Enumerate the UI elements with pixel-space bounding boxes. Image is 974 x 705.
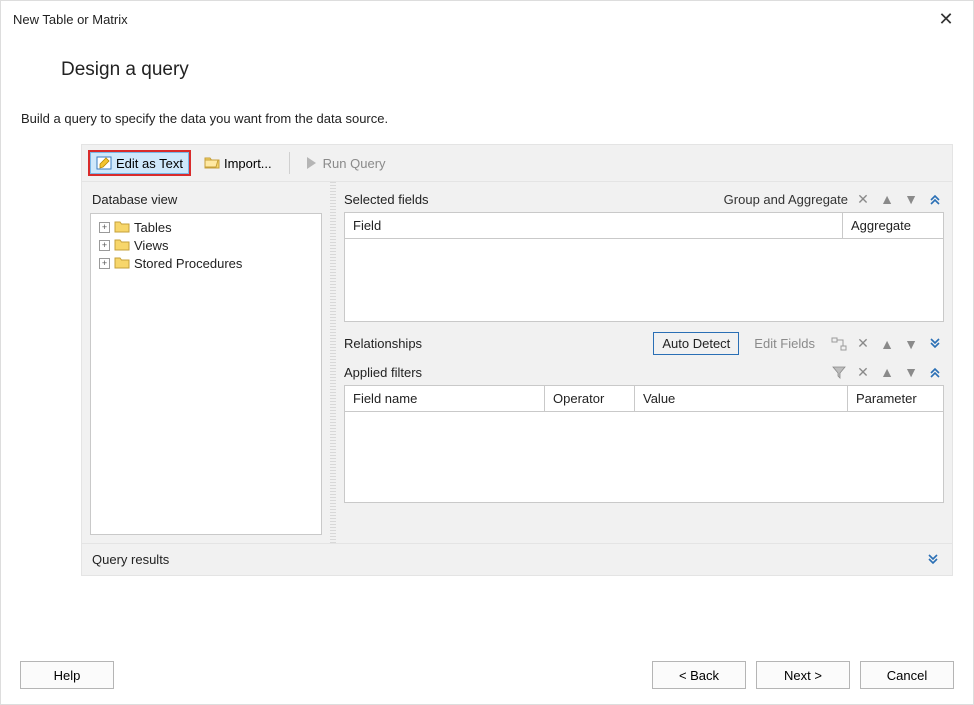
- arrow-down-icon[interactable]: ▼: [902, 190, 920, 208]
- window-title: New Table or Matrix: [13, 12, 128, 27]
- wizard-footer: Help < Back Next > Cancel: [0, 649, 974, 705]
- database-view-pane: Database view + Tables + Views: [82, 182, 330, 543]
- edit-as-text-label: Edit as Text: [116, 156, 183, 171]
- edit-fields-button[interactable]: Edit Fields: [745, 332, 824, 355]
- cancel-label: Cancel: [887, 668, 927, 683]
- relationship-icon[interactable]: [830, 335, 848, 353]
- grid-header: Field Aggregate: [345, 213, 943, 239]
- selected-fields-grid[interactable]: Field Aggregate: [344, 212, 944, 322]
- folder-open-icon: [204, 155, 220, 171]
- database-tree[interactable]: + Tables + Views +: [90, 213, 322, 535]
- grid-header: Field name Operator Value Parameter: [345, 386, 943, 412]
- chevrons-down-icon[interactable]: [924, 551, 942, 569]
- page-subheading: Build a query to specify the data you wa…: [21, 111, 973, 126]
- chevrons-up-icon[interactable]: [926, 190, 944, 208]
- col-value: Value: [635, 386, 848, 411]
- arrow-up-icon[interactable]: ▲: [878, 335, 896, 353]
- tree-node-label: Stored Procedures: [134, 256, 242, 271]
- relationships-header: Relationships Auto Detect Edit Fields ✕ …: [344, 332, 944, 355]
- footer-right-group: < Back Next > Cancel: [652, 661, 954, 689]
- arrow-down-icon[interactable]: ▼: [902, 363, 920, 381]
- expander-icon[interactable]: +: [99, 258, 110, 269]
- arrow-down-icon[interactable]: ▼: [902, 335, 920, 353]
- page-title: Design a query: [61, 59, 953, 81]
- arrow-up-icon[interactable]: ▲: [878, 190, 896, 208]
- selected-fields-body[interactable]: [345, 239, 943, 321]
- edit-as-text-button[interactable]: Edit as Text: [88, 150, 191, 176]
- tree-node-stored-procedures[interactable]: + Stored Procedures: [93, 254, 319, 272]
- next-label: Next >: [784, 668, 822, 683]
- selected-fields-header: Selected fields Group and Aggregate ✕ ▲ …: [344, 190, 944, 208]
- group-and-aggregate-label: Group and Aggregate: [724, 192, 848, 207]
- tree-node-label: Views: [134, 238, 168, 253]
- expander-icon[interactable]: +: [99, 240, 110, 251]
- query-results-bar[interactable]: Query results: [81, 544, 953, 576]
- folder-icon: [114, 237, 130, 253]
- toolbar-separator: [289, 152, 290, 174]
- close-icon[interactable]: ✕: [931, 9, 961, 30]
- folder-icon: [114, 255, 130, 271]
- back-label: < Back: [679, 668, 719, 683]
- play-icon: [307, 157, 316, 169]
- tree-node-tables[interactable]: + Tables: [93, 218, 319, 236]
- tree-node-label: Tables: [134, 220, 172, 235]
- help-label: Help: [54, 668, 81, 683]
- chevrons-up-icon[interactable]: [926, 363, 944, 381]
- applied-filters-body[interactable]: [345, 412, 943, 502]
- applied-filters-title: Applied filters: [344, 365, 824, 380]
- header-area: Design a query: [1, 35, 973, 111]
- edit-text-icon: [96, 155, 112, 171]
- filter-icon[interactable]: [830, 363, 848, 381]
- col-operator: Operator: [545, 386, 635, 411]
- import-label: Import...: [224, 156, 272, 171]
- designer-body: Database view + Tables + Views: [81, 182, 953, 544]
- applied-filters-header: Applied filters ✕ ▲ ▼: [344, 363, 944, 381]
- col-field: Field: [345, 213, 843, 238]
- folder-icon: [114, 219, 130, 235]
- delete-x-icon[interactable]: ✕: [854, 335, 872, 353]
- back-button[interactable]: < Back: [652, 661, 746, 689]
- arrow-up-icon[interactable]: ▲: [878, 363, 896, 381]
- cancel-button[interactable]: Cancel: [860, 661, 954, 689]
- designer-toolbar: Edit as Text Import... Run Query: [81, 144, 953, 182]
- tree-node-views[interactable]: + Views: [93, 236, 319, 254]
- applied-filters-grid[interactable]: Field name Operator Value Parameter: [344, 385, 944, 503]
- chevrons-down-icon[interactable]: [926, 335, 944, 353]
- col-aggregate: Aggregate: [843, 213, 943, 238]
- col-parameter: Parameter: [848, 386, 943, 411]
- run-query-button[interactable]: Run Query: [300, 150, 393, 176]
- titlebar: New Table or Matrix ✕: [1, 1, 973, 35]
- expander-icon[interactable]: +: [99, 222, 110, 233]
- col-field-name: Field name: [345, 386, 545, 411]
- query-results-title: Query results: [92, 552, 169, 567]
- next-button[interactable]: Next >: [756, 661, 850, 689]
- auto-detect-label: Auto Detect: [662, 336, 730, 351]
- selected-fields-title: Selected fields: [344, 192, 718, 207]
- database-view-title: Database view: [90, 190, 322, 213]
- import-button[interactable]: Import...: [197, 150, 279, 176]
- right-pane: Selected fields Group and Aggregate ✕ ▲ …: [336, 182, 952, 543]
- edit-fields-label: Edit Fields: [754, 336, 815, 351]
- relationships-title: Relationships: [344, 336, 647, 351]
- run-query-label: Run Query: [323, 156, 386, 171]
- auto-detect-button[interactable]: Auto Detect: [653, 332, 739, 355]
- help-button[interactable]: Help: [20, 661, 114, 689]
- delete-x-icon[interactable]: ✕: [854, 363, 872, 381]
- delete-x-icon[interactable]: ✕: [854, 190, 872, 208]
- query-designer: Edit as Text Import... Run Query Databas…: [81, 144, 953, 576]
